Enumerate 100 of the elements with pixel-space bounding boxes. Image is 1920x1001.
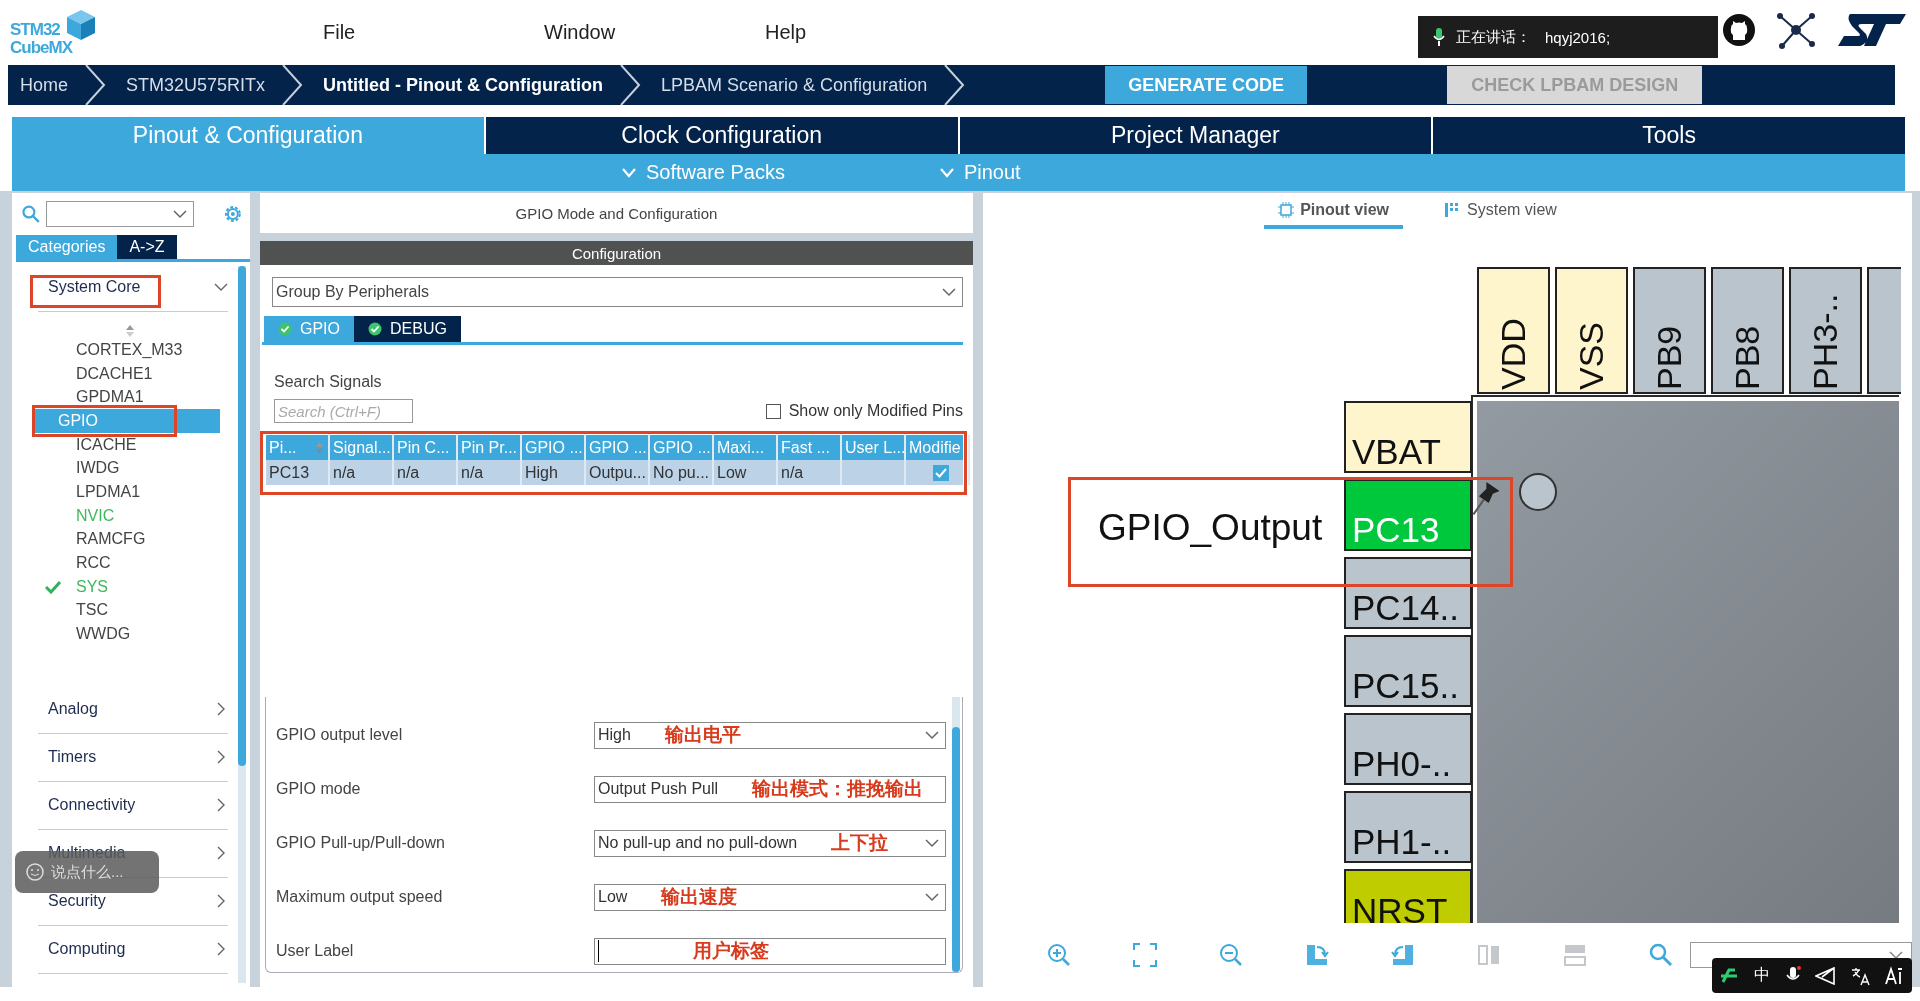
pin[interactable]: PB8 <box>1711 267 1784 394</box>
category-item[interactable]: RAMCFG <box>32 527 220 552</box>
search-icon[interactable] <box>1649 943 1673 967</box>
category-item[interactable]: CORTEX_M33 <box>32 338 220 362</box>
main-tab[interactable]: Clock Configuration <box>483 117 958 154</box>
caret-icon <box>1889 950 1903 960</box>
sidebar-tab[interactable]: A->Z <box>117 235 177 259</box>
table-cell: Low <box>714 460 778 485</box>
smiley-icon <box>25 862 45 882</box>
field-label: Maximum output speed <box>276 888 444 906</box>
table-cell: PC13 <box>266 460 330 485</box>
pin[interactable]: PH1-.. <box>1344 791 1472 863</box>
category-item[interactable]: WWDG <box>32 622 220 646</box>
category-item[interactable]: RCC <box>32 551 220 575</box>
cube-icon <box>66 8 96 41</box>
breadcrumb[interactable]: Untitled - Pinout & Configuration <box>303 74 619 96</box>
breadcrumb[interactable]: STM32U575RITx <box>106 74 282 96</box>
pin[interactable]: VDD <box>1477 267 1550 394</box>
scrollbar-thumb[interactable] <box>238 266 246 766</box>
translate-icon[interactable] <box>1849 965 1870 986</box>
zoom-in-icon[interactable] <box>1047 943 1071 967</box>
breadcrumb[interactable]: LPBAM Scenario & Configuration <box>641 74 944 96</box>
category-item[interactable]: DCACHE1 <box>32 361 220 386</box>
view-tab[interactable]: System view <box>1431 201 1571 229</box>
chevron-icon <box>619 65 641 105</box>
pin[interactable]: VSS <box>1555 267 1628 394</box>
settings-icon[interactable] <box>222 203 244 225</box>
menu-item[interactable]: Help <box>765 21 986 44</box>
table-cell: Outpu... <box>586 460 650 485</box>
pin[interactable]: PH3-.. <box>1789 267 1862 394</box>
view-tab[interactable]: Pinout view <box>1264 201 1404 229</box>
check-icon <box>935 467 947 478</box>
category-item[interactable]: IWDG <box>32 456 220 481</box>
section-header: Configuration <box>260 241 973 265</box>
search-field[interactable]: Search (Ctrl+F) <box>274 399 413 423</box>
table-cell: n/a <box>458 460 522 485</box>
speaking-label: 正在讲话： <box>1456 27 1531 47</box>
speaker-name: hqyj2016; <box>1545 28 1611 46</box>
category-header[interactable]: Timers <box>38 733 228 782</box>
check-circle-icon <box>278 322 292 336</box>
check-icon <box>45 579 61 594</box>
chip-icon <box>1278 202 1295 218</box>
pin[interactable] <box>1867 267 1901 394</box>
github-icon <box>1722 13 1756 47</box>
sort-icon <box>125 324 135 338</box>
scrollbar-thumb[interactable] <box>952 727 960 972</box>
dropdown-field[interactable]: High 输出电平 <box>594 721 946 749</box>
sort-icon <box>315 440 324 455</box>
fit-screen-icon[interactable] <box>1133 943 1157 967</box>
caret-icon <box>925 892 939 902</box>
caret-icon <box>173 209 188 219</box>
menu-item[interactable]: Window <box>544 21 765 44</box>
brand-logo-icon <box>1836 12 1906 48</box>
zoom-out-icon[interactable] <box>1219 943 1243 967</box>
breadcrumb[interactable]: Home <box>8 74 84 96</box>
microphone-icon <box>1432 27 1446 47</box>
search-combo-field[interactable] <box>45 201 195 227</box>
input-mode-toggle[interactable]: 中 <box>1754 965 1770 986</box>
peripheral-tab[interactable]: DEBUG <box>354 316 461 342</box>
menu-item[interactable]: File <box>323 21 544 44</box>
pin[interactable]: VBAT <box>1344 401 1472 473</box>
rotate-left-icon[interactable] <box>1391 943 1415 967</box>
chevron-icon <box>943 65 966 105</box>
category-header[interactable]: System Core <box>38 262 228 312</box>
category-header[interactable]: Analog <box>38 685 228 734</box>
chevron-down-icon <box>622 167 636 178</box>
network-icon <box>1776 10 1816 50</box>
category-item[interactable]: GPDMA1 <box>32 385 220 410</box>
caret-icon <box>942 287 956 297</box>
pin[interactable]: PC15.. <box>1344 635 1472 707</box>
category-item[interactable]: LPDMA1 <box>32 480 220 504</box>
search-label: Search Signals <box>274 373 383 391</box>
main-tab[interactable]: Project Manager <box>957 117 1432 154</box>
pin[interactable]: PB9 <box>1633 267 1706 394</box>
group-by-dropdown[interactable]: Group By Peripherals <box>272 277 963 307</box>
category-item[interactable]: ICACHE <box>32 432 220 457</box>
field-label: GPIO mode <box>276 780 362 798</box>
category-item[interactable]: TSC <box>32 598 220 623</box>
main-tab[interactable]: Tools <box>1431 117 1905 154</box>
pin[interactable]: PH0-.. <box>1344 713 1472 785</box>
table-cell: High <box>522 460 586 485</box>
dropdown-field[interactable]: No pull-up and no pull-down 上下拉 <box>594 829 946 857</box>
check-circle-icon <box>368 322 382 336</box>
pin[interactable]: PC14.. <box>1344 557 1472 629</box>
rotate-right-icon[interactable] <box>1305 943 1329 967</box>
ai-icon[interactable] <box>1884 965 1905 986</box>
input-field[interactable]: 用户标签 <box>594 937 946 965</box>
table-cell: n/a <box>330 460 394 485</box>
chevron-icon <box>84 65 106 105</box>
send-icon[interactable] <box>1815 966 1836 985</box>
pin[interactable]: NRST <box>1344 869 1472 923</box>
field-label: GPIO Pull-up/Pull-down <box>276 834 446 852</box>
field-label: User Label <box>276 942 355 960</box>
logo-subtext: CubeMX <box>10 38 72 57</box>
category-header[interactable]: Connectivity <box>38 781 228 830</box>
category-header[interactable]: Computing <box>38 925 228 974</box>
text-field[interactable]: Output Push Pull 输出模式：推挽输出 <box>594 775 946 803</box>
checkbox[interactable] <box>765 403 781 419</box>
dropdown-field[interactable]: Low 输出速度 <box>594 883 946 911</box>
checkbox[interactable] <box>933 464 949 481</box>
